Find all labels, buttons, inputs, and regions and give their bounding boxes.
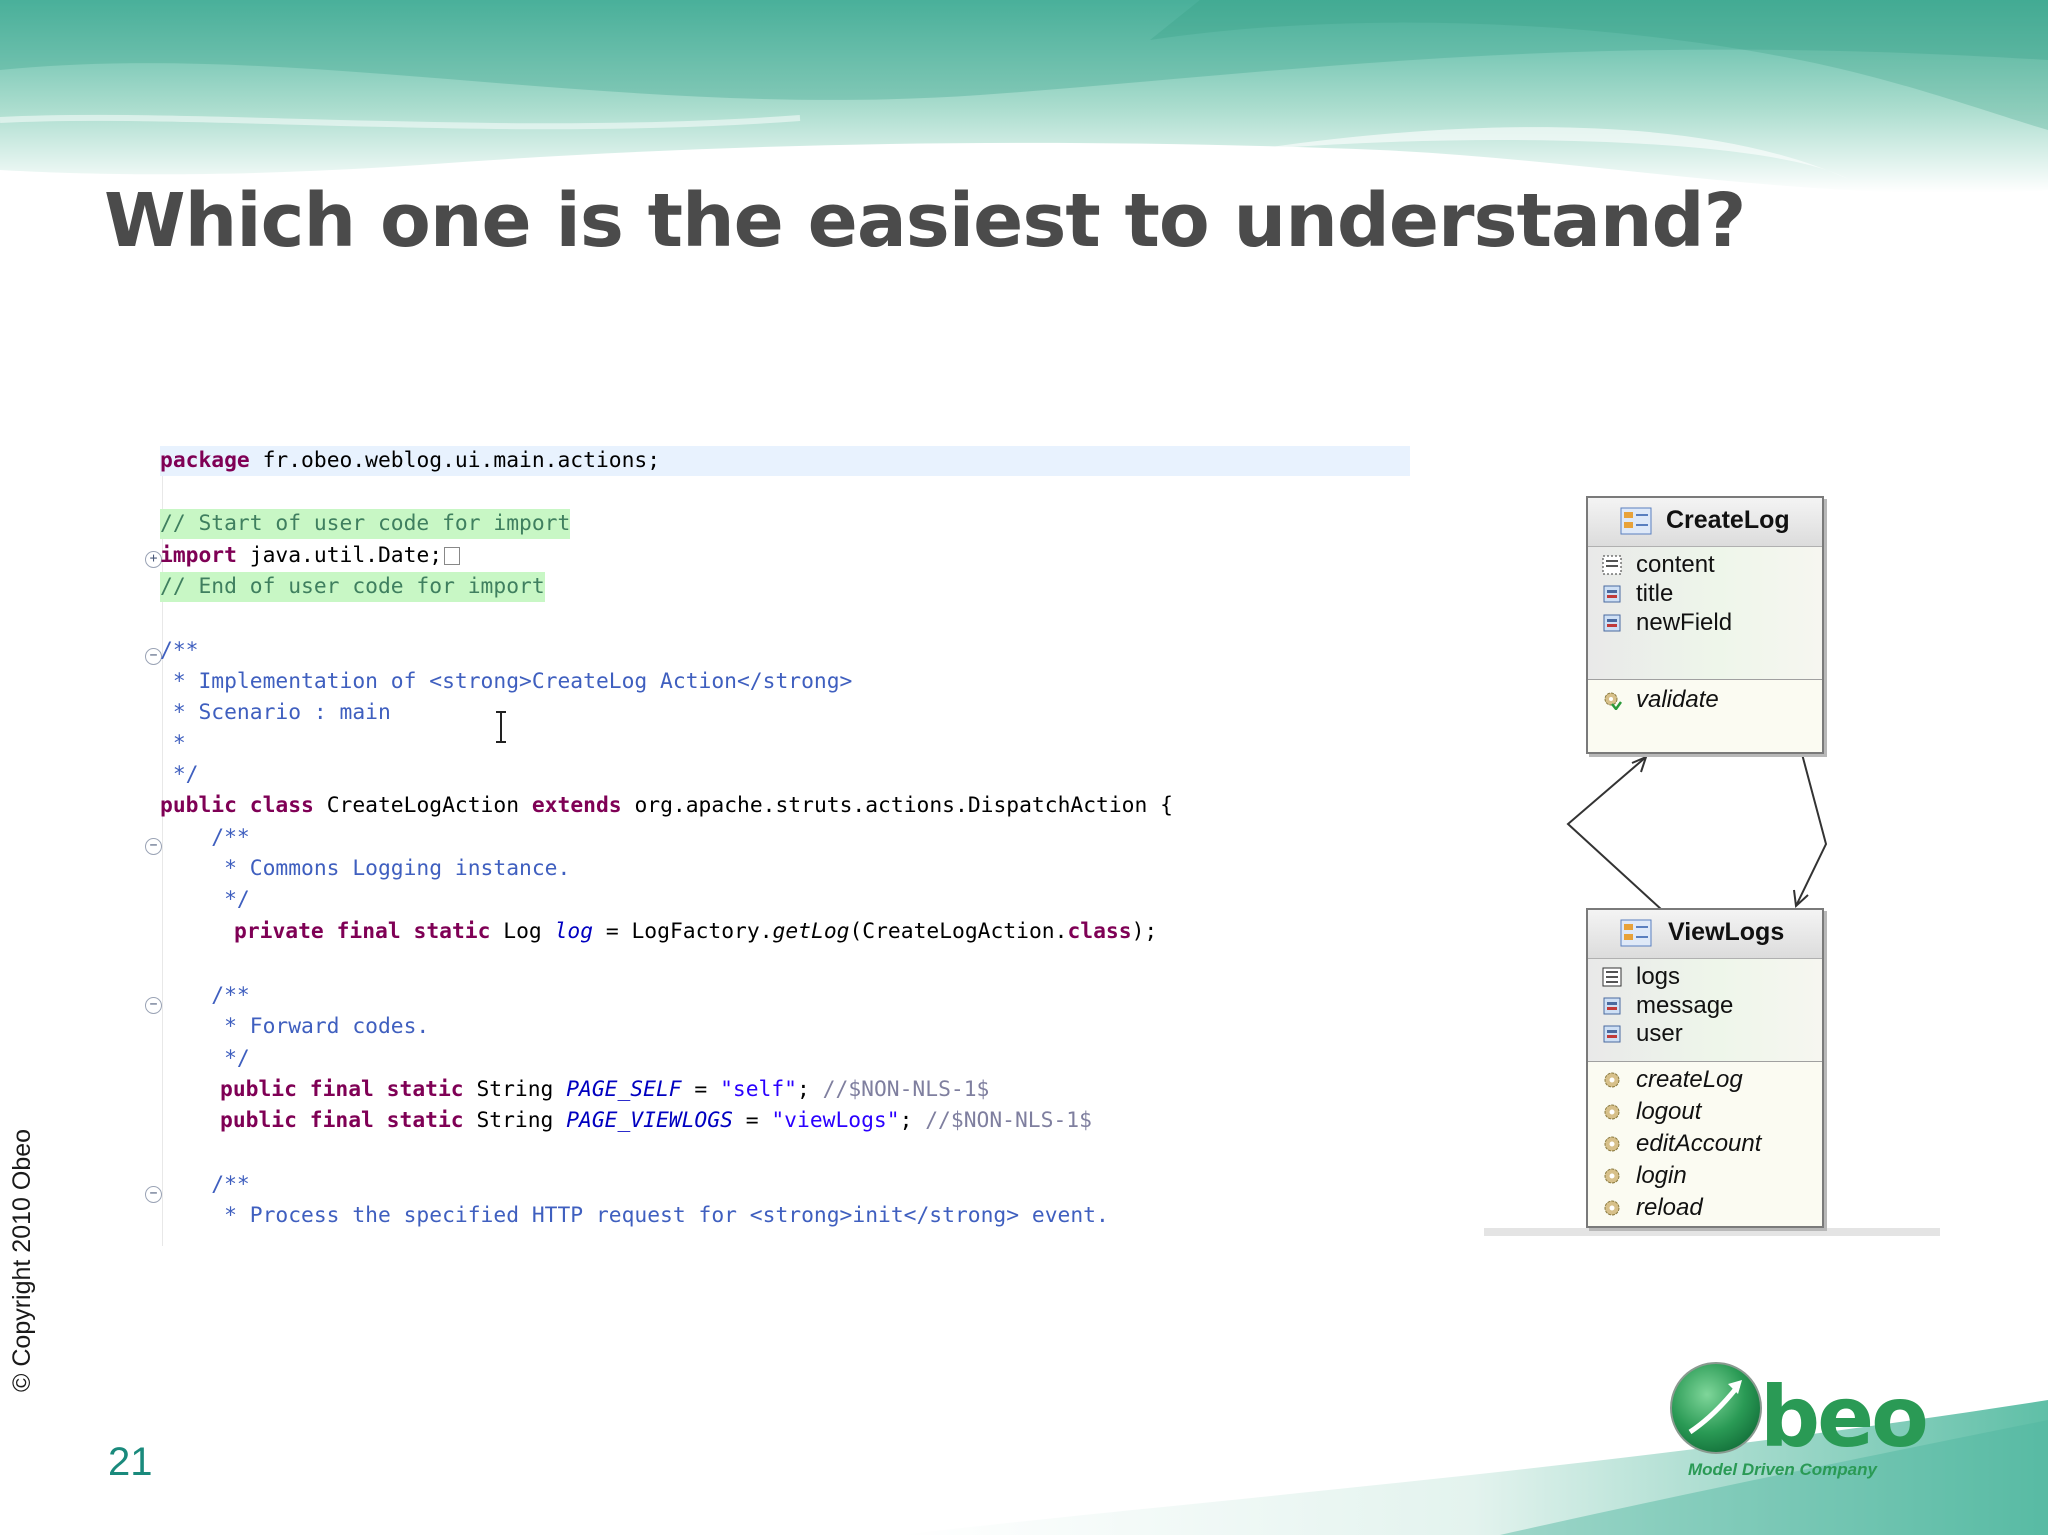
code-line-import: import java.util.Date; bbox=[160, 541, 461, 571]
code-line-page-viewlogs: public final static String PAGE_VIEWLOGS… bbox=[220, 1108, 1092, 1133]
class-name: ViewLogs bbox=[1668, 918, 1785, 946]
code-line-doc3-close: */ bbox=[160, 1046, 250, 1071]
attribute-icon bbox=[1603, 614, 1621, 632]
operation-gear-icon bbox=[1604, 1136, 1620, 1152]
class-icon bbox=[1620, 507, 1652, 535]
code-line-doc-close: */ bbox=[160, 762, 199, 787]
code-line-doc4-text: * Process the specified HTTP request for… bbox=[160, 1203, 1109, 1228]
operation-gear-icon bbox=[1604, 692, 1622, 710]
code-line-doc-impl: * Implementation of <strong>CreateLog Ac… bbox=[160, 669, 853, 694]
code-line-import-start: // Start of user code for import bbox=[160, 509, 571, 539]
attribute-list-icon bbox=[1602, 967, 1622, 987]
class-operations: createLog logout editAccount login reloa… bbox=[1588, 1062, 1822, 1222]
code-line-doc3-text: * Forward codes. bbox=[160, 1014, 430, 1039]
logo-wordmark: beo bbox=[1760, 1368, 1929, 1466]
slide-title: Which one is the easiest to understand? bbox=[104, 178, 1746, 264]
code-line-doc2-close: */ bbox=[160, 887, 250, 912]
obeo-logo-icon bbox=[1670, 1362, 1762, 1454]
attribute-icon bbox=[1603, 1025, 1621, 1043]
code-line-doc2-text: * Commons Logging instance. bbox=[160, 856, 571, 881]
class-box-createlog[interactable]: CreateLog content title newField validat… bbox=[1586, 496, 1824, 754]
code-line-doc3-open: /** bbox=[160, 983, 250, 1008]
class-header: ViewLogs bbox=[1588, 910, 1822, 959]
operation-gear-icon bbox=[1604, 1104, 1620, 1120]
code-line-doc4-open: /** bbox=[160, 1172, 250, 1197]
attribute-icon bbox=[1603, 585, 1621, 603]
code-line-package: package fr.obeo.weblog.ui.main.actions; bbox=[160, 446, 1410, 476]
class-name: CreateLog bbox=[1666, 506, 1790, 534]
operation-gear-icon bbox=[1604, 1200, 1620, 1216]
page-number: 21 bbox=[108, 1440, 153, 1484]
class-operations: validate bbox=[1588, 680, 1822, 750]
code-line-log-field: private final static Log log = LogFactor… bbox=[234, 919, 1158, 944]
code-line-doc-open: /** bbox=[160, 638, 199, 663]
class-attributes: content title newField bbox=[1588, 547, 1822, 680]
operation-gear-icon bbox=[1604, 1072, 1620, 1088]
code-line-import-end: // End of user code for import bbox=[160, 572, 545, 602]
class-box-viewlogs[interactable]: ViewLogs logs message user createLog log… bbox=[1586, 908, 1824, 1228]
attribute-icon bbox=[1603, 997, 1621, 1015]
code-line-doc-star: * bbox=[160, 731, 186, 756]
attribute-list-icon bbox=[1602, 555, 1622, 575]
text-cursor-icon bbox=[496, 711, 506, 743]
diagram-baseline bbox=[1484, 1228, 1940, 1236]
code-line-doc2-open: /** bbox=[160, 825, 250, 850]
operation-gear-icon bbox=[1604, 1168, 1620, 1184]
code-line-page-self: public final static String PAGE_SELF = "… bbox=[220, 1077, 990, 1102]
class-icon bbox=[1620, 919, 1652, 947]
class-attributes: logs message user bbox=[1588, 959, 1822, 1062]
code-line-class-decl: public class CreateLogAction extends org… bbox=[160, 793, 1173, 818]
class-header: CreateLog bbox=[1588, 498, 1822, 547]
code-editor[interactable]: package fr.obeo.weblog.ui.main.actions; … bbox=[136, 446, 1426, 1246]
logo-tagline: Model Driven Company bbox=[1688, 1460, 1877, 1479]
code-line-doc-scenario: * Scenario : main bbox=[160, 700, 391, 725]
copyright-notice: © Copyright 2010 Obeo bbox=[8, 1128, 36, 1392]
